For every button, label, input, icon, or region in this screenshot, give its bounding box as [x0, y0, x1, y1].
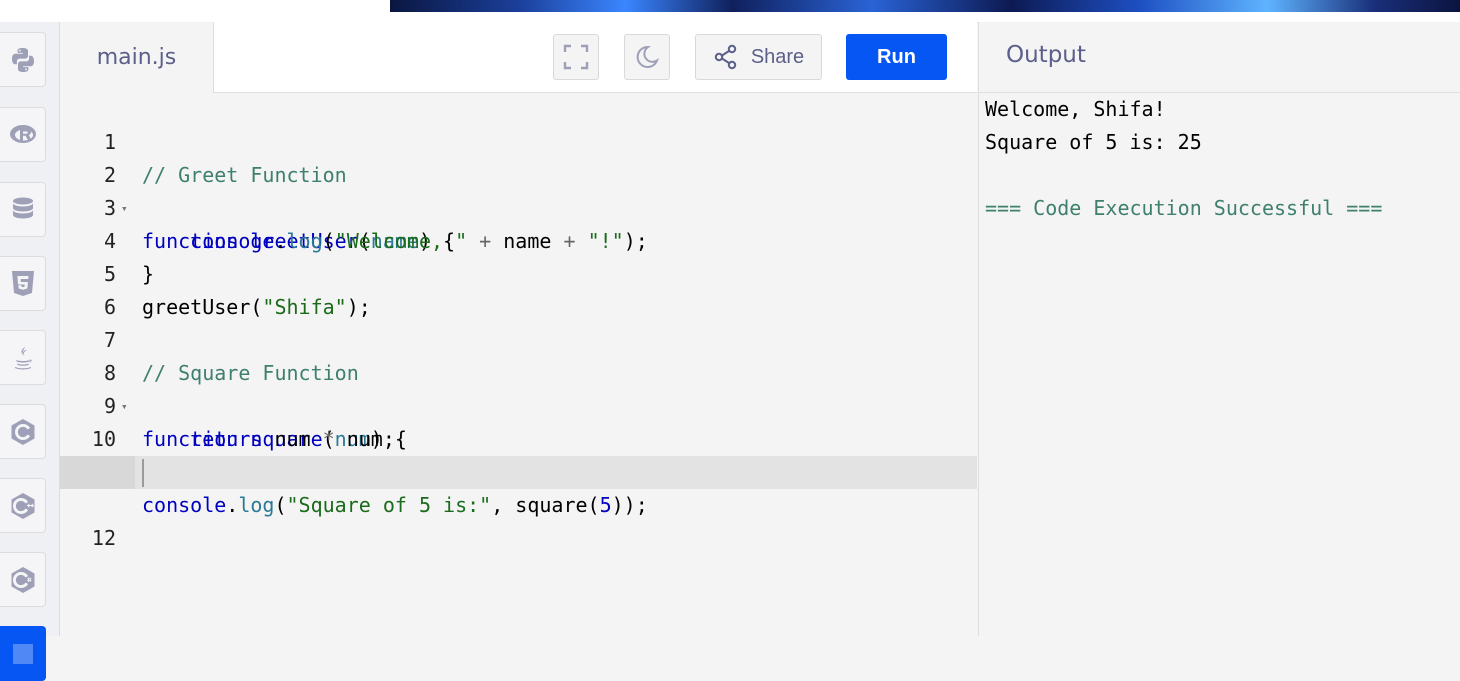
cpp-language-icon: [11, 492, 34, 519]
code-line[interactable]: 4 }: [60, 192, 977, 286]
html5-icon: [11, 270, 34, 296]
sql-button[interactable]: [0, 182, 46, 237]
active-gutter: [60, 456, 135, 489]
sql-database-icon: [12, 197, 33, 218]
r-language-button[interactable]: [0, 107, 46, 162]
file-tab-label: main.js: [96, 45, 177, 70]
code-line[interactable]: 8 ▾ function square(num) {: [60, 324, 977, 451]
python-button[interactable]: [0, 32, 46, 87]
editor-toolbar: main.js Share Run: [60, 22, 977, 93]
share-label: Share: [750, 45, 805, 68]
javascript-button[interactable]: [0, 626, 46, 681]
theme-toggle-button[interactable]: [624, 34, 670, 80]
c-language-icon: [11, 418, 34, 445]
output-success-line: === Code Execution Successful ===: [985, 196, 1383, 220]
cpp-language-button[interactable]: [0, 478, 46, 533]
string: "Square of 5 is:": [286, 493, 492, 517]
language-sidebar: [0, 22, 60, 681]
csharp-language-button[interactable]: [0, 552, 46, 607]
run-label: Run: [877, 45, 916, 68]
share-button[interactable]: Share: [695, 34, 822, 80]
output-panel: Welcome, Shifa! Square of 5 is: 25 === C…: [978, 93, 1460, 636]
code-text: console.log("Square of 5 is:", square(5)…: [142, 489, 648, 522]
top-banner-ad[interactable]: [390, 0, 1460, 12]
active-code-line[interactable]: 12: [60, 456, 977, 550]
javascript-icon: [12, 643, 33, 664]
code-editor[interactable]: 1 // Greet Function 2 ▾ function greetUs…: [60, 93, 977, 636]
object: console: [142, 493, 227, 517]
punct: ));: [611, 493, 648, 517]
share-icon: [714, 44, 737, 70]
moon-icon: [636, 45, 660, 68]
output-line: Welcome, Shifa!: [985, 97, 1166, 121]
call: , square(: [491, 493, 600, 517]
r-language-icon: [9, 124, 36, 143]
code-line[interactable]: 7 // Square Function: [60, 291, 977, 385]
line-number: 12: [91, 526, 116, 550]
output-header: Output: [978, 22, 1460, 93]
csharp-language-icon: [11, 566, 34, 593]
text-cursor: [142, 459, 144, 487]
number: 5: [599, 493, 612, 517]
code-line[interactable]: 10 }: [60, 390, 977, 484]
file-tab-main-js[interactable]: main.js: [60, 22, 214, 93]
method: log: [238, 493, 275, 517]
punct: (: [274, 493, 287, 517]
code-line[interactable]: 9 return num * num;: [60, 357, 977, 451]
code-line[interactable]: 11 console.log("Square of 5 is:", square…: [60, 423, 977, 517]
python-icon: [11, 47, 34, 72]
code-line[interactable]: 1 // Greet Function: [60, 93, 977, 187]
fullscreen-icon: [563, 44, 589, 70]
code-line[interactable]: 5 greetUser("Shifa");: [60, 225, 977, 319]
output-title: Output: [1006, 42, 1086, 68]
code-line[interactable]: 3 console.log("Welcome, " + name + "!");: [60, 159, 977, 253]
java-icon: [14, 345, 32, 369]
html5-button[interactable]: [0, 256, 46, 311]
code-line[interactable]: 6: [60, 258, 977, 319]
code-line[interactable]: 2 ▾ function greetUser(name) {: [60, 126, 977, 253]
run-button[interactable]: Run: [846, 34, 947, 80]
punct: .: [226, 493, 239, 517]
output-line: Square of 5 is: 25: [985, 130, 1202, 154]
java-button[interactable]: [0, 330, 46, 385]
c-language-button[interactable]: [0, 404, 46, 459]
fullscreen-button[interactable]: [553, 34, 599, 80]
